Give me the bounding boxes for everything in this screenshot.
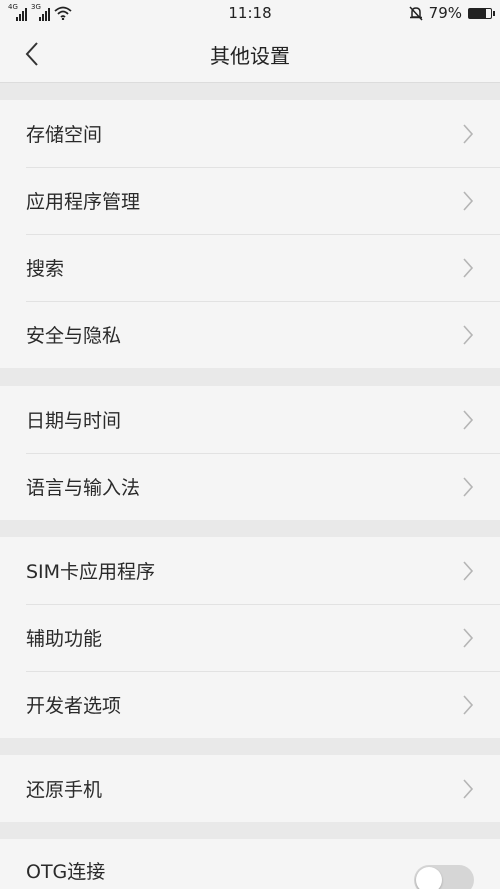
status-bar: 4G 3G 11:18 79%	[0, 0, 500, 26]
sim2-signal-icon: 3G	[31, 3, 50, 21]
settings-item-label: 应用程序管理	[26, 191, 141, 213]
settings-item-sim-apps[interactable]: SIM卡应用程序	[0, 537, 500, 604]
battery-percent: 79%	[428, 4, 462, 22]
battery-fill	[469, 8, 487, 18]
settings-item-date-time[interactable]: 日期与时间	[0, 386, 500, 453]
settings-item-label: 存储空间	[26, 124, 103, 146]
settings-item-accessibility[interactable]: 辅助功能	[0, 604, 500, 671]
status-time: 11:18	[228, 4, 272, 22]
settings-item-label: 开发者选项	[26, 695, 122, 717]
chevron-right-icon	[463, 560, 474, 581]
settings-item-storage[interactable]: 存储空间	[0, 100, 500, 167]
chevron-right-icon	[463, 476, 474, 497]
settings-item-label: 还原手机	[26, 779, 103, 801]
status-right: 79%	[409, 4, 495, 22]
settings-item-label: 语言与输入法	[26, 477, 141, 499]
settings-item-label: SIM卡应用程序	[26, 561, 156, 583]
settings-group-otg: OTG连接	[0, 839, 500, 889]
sim1-signal-icon: 4G	[8, 3, 27, 21]
settings-group-storage: 存储空间 应用程序管理 搜索 安全与隐私	[0, 100, 500, 368]
settings-item-label: 日期与时间	[26, 410, 122, 432]
status-left: 4G 3G	[8, 3, 72, 21]
settings-group-reset: 还原手机	[0, 755, 500, 822]
battery-icon	[468, 7, 495, 19]
chevron-right-icon	[463, 324, 474, 345]
app-header: 其他设置	[0, 26, 500, 83]
settings-group-datetime: 日期与时间 语言与输入法	[0, 386, 500, 520]
chevron-right-icon	[463, 694, 474, 715]
chevron-right-icon	[463, 627, 474, 648]
sim1-tag: 4G	[8, 3, 18, 11]
otg-toggle[interactable]	[414, 865, 474, 889]
sim2-tag: 3G	[31, 3, 41, 11]
chevron-right-icon	[463, 257, 474, 278]
otg-label: OTG连接	[26, 861, 106, 883]
settings-item-search[interactable]: 搜索	[0, 234, 500, 301]
settings-item-label: 辅助功能	[26, 628, 103, 650]
otg-toggle-knob	[416, 867, 442, 889]
wifi-icon	[54, 6, 72, 20]
bell-muted-icon	[409, 5, 423, 21]
settings-item-otg[interactable]: OTG连接	[0, 839, 500, 889]
settings-item-app-management[interactable]: 应用程序管理	[0, 167, 500, 234]
chevron-right-icon	[463, 190, 474, 211]
chevron-right-icon	[463, 778, 474, 799]
settings-item-reset-phone[interactable]: 还原手机	[0, 755, 500, 822]
chevron-right-icon	[463, 123, 474, 144]
settings-item-developer-options[interactable]: 开发者选项	[0, 671, 500, 738]
settings-item-label: 安全与隐私	[26, 325, 122, 347]
page-title: 其他设置	[210, 43, 290, 68]
chevron-right-icon	[463, 409, 474, 430]
settings-item-security-privacy[interactable]: 安全与隐私	[0, 301, 500, 368]
settings-group-sim: SIM卡应用程序 辅助功能 开发者选项	[0, 537, 500, 738]
settings-item-language-input[interactable]: 语言与输入法	[0, 453, 500, 520]
settings-item-label: 搜索	[26, 258, 65, 280]
